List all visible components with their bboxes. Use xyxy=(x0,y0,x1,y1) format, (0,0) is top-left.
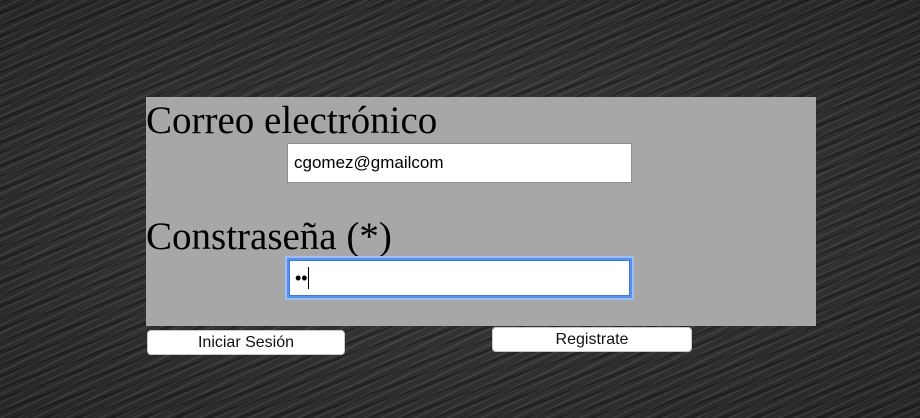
password-value: •• xyxy=(295,268,308,288)
email-input[interactable]: cgomez@gmailcom xyxy=(287,143,632,183)
text-caret xyxy=(307,267,309,289)
password-input[interactable]: •• xyxy=(287,258,632,298)
login-button[interactable]: Iniciar Sesión xyxy=(147,330,345,355)
register-button[interactable]: Registrate xyxy=(492,327,692,352)
password-label: Constraseña (*) xyxy=(146,215,392,258)
email-label: Correo electrónico xyxy=(146,99,438,142)
login-form-panel: Correo electrónico cgomez@gmailcom Const… xyxy=(146,97,816,326)
email-value: cgomez@gmailcom xyxy=(294,153,444,172)
